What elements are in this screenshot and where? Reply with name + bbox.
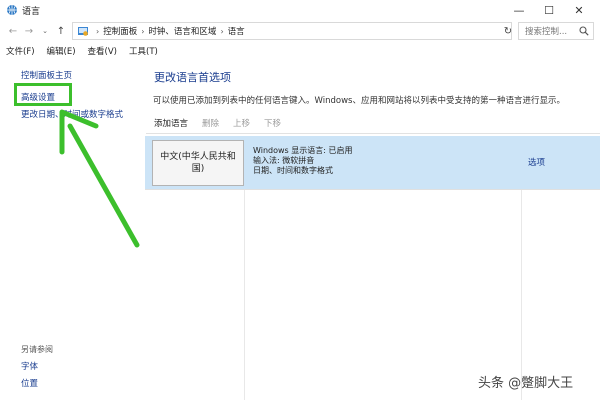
sidebar-link-advanced-settings[interactable]: 高级设置 [21, 91, 55, 103]
refresh-button[interactable]: ↻ [501, 22, 515, 40]
minimize-button[interactable]: — [504, 0, 534, 20]
watermark-text: 头条 @蹩脚大王 [478, 376, 574, 391]
close-button[interactable]: ✕ [564, 0, 594, 20]
input-method: 输入法: 微软拼音 [253, 156, 315, 165]
menu-edit[interactable]: 编辑(E) [47, 45, 76, 57]
menu-tools[interactable]: 工具(T) [129, 45, 158, 57]
language-tile[interactable]: 中文(中华人民共和国) [152, 140, 244, 186]
search-icon [579, 26, 589, 36]
main-content: 更改语言首选项 可以使用已添加到列表中的任何语言键入。Windows、应用和网站… [140, 60, 600, 400]
breadcrumb-separator: › [141, 26, 145, 36]
back-button[interactable]: ← [6, 23, 20, 39]
language-options-link[interactable]: 选项 [528, 156, 545, 168]
recent-locations-button[interactable]: ⌄ [38, 23, 52, 39]
sidebar: 控制面板主页 高级设置 更改日期、时间或数字格式 另请参阅 字体 位置 [0, 60, 140, 400]
address-bar[interactable]: › 控制面板 › 时钟、语言和区域 › 语言 [72, 22, 512, 40]
breadcrumb-language[interactable]: 语言 [228, 25, 245, 37]
sidebar-link-control-panel-home[interactable]: 控制面板主页 [21, 69, 72, 81]
control-panel-icon [78, 27, 88, 36]
date-time-format: 日期、时间和数字格式 [253, 166, 333, 175]
window-title: 语言 [22, 7, 41, 17]
sidebar-link-font[interactable]: 字体 [21, 360, 38, 372]
forward-button[interactable]: → [22, 23, 36, 39]
language-details: Windows 显示语言: 已启用 输入法: 微软拼音 日期、时间和数字格式 [253, 146, 353, 176]
title-bar: 语言 — ☐ ✕ [0, 0, 600, 20]
language-list-item[interactable]: 中文(中华人民共和国) Windows 显示语言: 已启用 输入法: 微软拼音 … [145, 136, 600, 190]
search-input[interactable]: 搜索控制... [518, 22, 594, 40]
add-language-button[interactable]: 添加语言 [154, 117, 188, 129]
navigation-bar: ← → ⌄ ↑ › 控制面板 › 时钟、语言和区域 › 语言 ↻ 搜索控制... [0, 20, 600, 42]
breadcrumb-clock-language-region[interactable]: 时钟、语言和区域 [148, 25, 216, 37]
search-placeholder: 搜索控制... [525, 27, 568, 37]
move-down-button[interactable]: 下移 [264, 117, 281, 129]
breadcrumb-separator: › [220, 26, 224, 36]
remove-language-button[interactable]: 删除 [202, 117, 219, 129]
menu-file[interactable]: 文件(F) [6, 45, 35, 57]
language-app-icon [7, 5, 17, 15]
maximize-button[interactable]: ☐ [534, 0, 564, 20]
up-button[interactable]: ↑ [54, 23, 68, 39]
menu-bar: 文件(F) 编辑(E) 查看(V) 工具(T) [0, 43, 600, 59]
sidebar-link-change-date-format[interactable]: 更改日期、时间或数字格式 [21, 108, 123, 120]
menu-view[interactable]: 查看(V) [88, 45, 117, 57]
page-title: 更改语言首选项 [154, 71, 231, 84]
display-language-status: Windows 显示语言: 已启用 [253, 146, 353, 155]
move-up-button[interactable]: 上移 [233, 117, 250, 129]
breadcrumb-control-panel[interactable]: 控制面板 [103, 25, 137, 37]
breadcrumb-separator: › [96, 26, 100, 36]
language-toolbar: 添加语言 删除 上移 下移 [146, 112, 600, 134]
page-description: 可以使用已添加到列表中的任何语言键入。Windows、应用和网站将以列表中受支持… [153, 96, 565, 106]
sidebar-link-location[interactable]: 位置 [21, 377, 38, 389]
see-also-heading: 另请参阅 [21, 345, 53, 354]
